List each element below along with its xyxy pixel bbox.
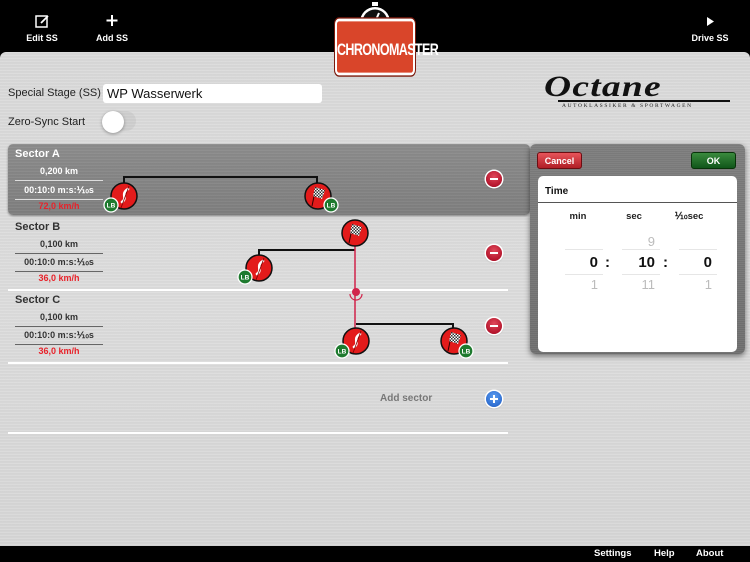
help-link[interactable]: Help — [654, 548, 675, 559]
octane-logo: Octane AUTOKLASSIKER & SPORTWAGEN — [544, 70, 730, 110]
sector-divider — [15, 271, 103, 272]
min-column-label: min — [569, 211, 587, 222]
add-ss-button[interactable]: Add SS — [92, 12, 132, 43]
sector-divider — [15, 180, 103, 181]
delete-sector-a-button[interactable] — [486, 171, 502, 187]
sector-time: 00:10:0 m:s:⅒s — [24, 257, 94, 267]
sector-speed: 36,0 km/h — [38, 273, 80, 283]
sec-next-value: 11 — [641, 277, 656, 292]
sector-distance: 0,100 km — [39, 312, 79, 322]
sector-distance: 0,100 km — [39, 239, 79, 249]
plus-icon — [106, 15, 118, 26]
tenth-column-label: ⅒sec — [674, 211, 704, 222]
drive-ss-button[interactable]: Drive SS — [686, 12, 734, 43]
edit-ss-button[interactable]: Edit SS — [24, 12, 60, 43]
time-picker-popover: Cancel OK Time min sec ⅒sec 0 1 : 9 10 1… — [530, 144, 745, 354]
picker-line — [679, 249, 717, 250]
sponsor-tagline: AUTOKLASSIKER & SPORTWAGEN — [562, 103, 693, 109]
sector-speed: 36,0 km/h — [38, 346, 80, 356]
sector-time: 00:10:0 m:s:⅒s — [24, 185, 94, 195]
zero-sync-toggle[interactable] — [102, 111, 136, 133]
picker-line — [679, 274, 717, 275]
sector-divider — [15, 199, 103, 200]
picker-line — [565, 274, 603, 275]
sector-distance: 0,200 km — [39, 166, 79, 176]
sector-divider — [15, 344, 103, 345]
about-link[interactable]: About — [696, 548, 723, 559]
settings-link[interactable]: Settings — [594, 548, 631, 559]
picker-line — [622, 249, 660, 250]
toggle-knob — [102, 111, 124, 133]
delete-sector-b-button[interactable] — [486, 245, 502, 261]
picker-separator: : — [663, 254, 668, 271]
sector-separator — [8, 362, 508, 364]
add-sector-label: Add sector — [380, 393, 433, 404]
time-picker-title: Time — [538, 176, 737, 203]
tenth-next-value: 1 — [704, 277, 712, 292]
cancel-button[interactable]: Cancel — [537, 152, 582, 169]
sector-divider — [15, 326, 103, 327]
sponsor-underline — [558, 100, 730, 102]
drive-ss-label: Drive SS — [691, 33, 729, 43]
ok-button[interactable]: OK — [691, 152, 736, 169]
add-sector-button[interactable] — [486, 391, 502, 407]
sector-separator — [8, 289, 508, 291]
sponsor-name: Octane — [544, 70, 662, 103]
add-ss-label: Add SS — [95, 33, 128, 43]
picker-separator: : — [605, 254, 610, 271]
edit-icon — [35, 15, 49, 28]
picker-line — [622, 274, 660, 275]
bottom-toolbar: Settings Help About — [0, 546, 750, 562]
tenth-selected-value: 0 — [703, 254, 712, 271]
sector-speed: 72,0 km/h — [38, 201, 80, 211]
min-selected-value: 0 — [589, 254, 598, 271]
min-next-value: 1 — [590, 277, 598, 292]
sec-column-label: sec — [626, 211, 642, 222]
chronomaster-logo: CHRONOMASTER — [334, 2, 439, 76]
sec-selected-value: 10 — [638, 254, 655, 271]
app-name: CHRONOMASTER — [335, 18, 439, 76]
picker-line — [565, 249, 603, 250]
edit-ss-label: Edit SS — [26, 33, 58, 43]
time-picker-card: Time min sec ⅒sec 0 1 : 9 10 11 : 0 1 — [538, 176, 737, 352]
sector-name: Sector B — [15, 221, 61, 233]
play-icon — [707, 17, 714, 26]
sector-name: Sector A — [15, 148, 60, 160]
sector-time: 00:10:0 m:s:⅒s — [24, 330, 94, 340]
stage-name-input[interactable] — [103, 84, 322, 103]
sec-prev-value: 9 — [647, 234, 655, 249]
sector-name: Sector C — [15, 294, 61, 306]
stage-label: Special Stage (SS) — [8, 87, 101, 99]
sector-divider — [15, 253, 103, 254]
delete-sector-c-button[interactable] — [486, 318, 502, 334]
list-end-separator — [8, 432, 508, 434]
zero-sync-label: Zero-Sync Start — [8, 116, 86, 128]
